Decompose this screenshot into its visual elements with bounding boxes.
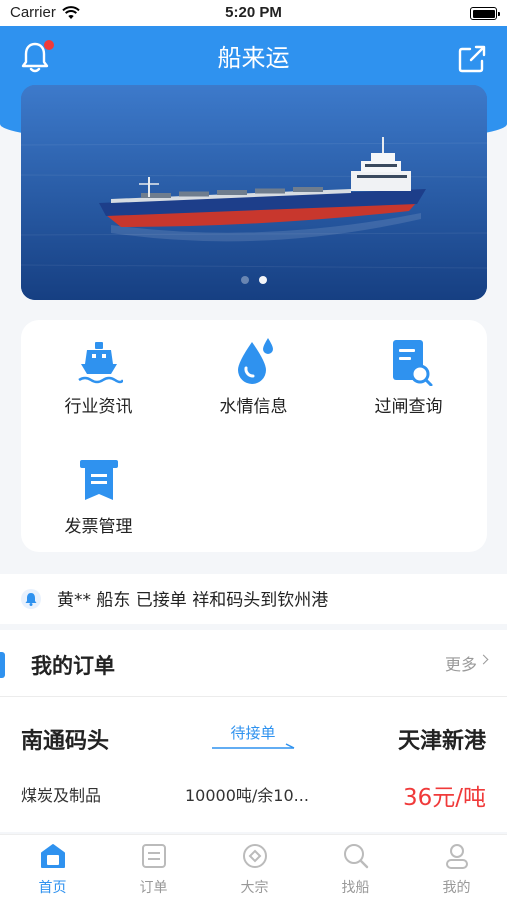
freight-price: 36元/吨 (402, 785, 486, 811)
order-status: 待接单 (230, 724, 276, 742)
water-drop-icon (237, 338, 273, 384)
menu-item-industry-news[interactable]: 行业资讯 (21, 336, 176, 417)
document-search-icon (392, 340, 432, 386)
section-title: 我的订单 (31, 654, 115, 678)
find-ship-icon (343, 844, 368, 869)
ship-icon (77, 342, 123, 384)
menu-item-water-info[interactable]: 水情信息 (176, 336, 331, 417)
tab-home[interactable]: 首页 (2, 841, 103, 897)
share-button[interactable] (457, 44, 487, 74)
cargo-ship-image (21, 85, 487, 300)
tab-label: 大宗 (240, 880, 269, 896)
carousel-dot-active[interactable] (259, 276, 267, 284)
my-orders-section: 我的订单 更多 南通码头 待接单 天津新港 煤炭及制品 10000吨/余10..… (0, 630, 507, 832)
quick-menu-card: 行业资讯 水情信息 过闸查询 发票管理 (21, 320, 487, 552)
tab-orders[interactable]: 订单 (103, 841, 204, 897)
order-list-icon (141, 844, 166, 868)
cargo-type: 煤炭及制品 (21, 786, 102, 805)
menu-label: 过闸查询 (374, 397, 443, 417)
tab-label: 我的 (442, 880, 471, 896)
tab-find-ship[interactable]: 找船 (305, 841, 406, 897)
carousel-dot[interactable] (241, 276, 249, 284)
banner-carousel[interactable] (21, 85, 487, 300)
profile-icon (445, 844, 468, 869)
notice-text: 黄** 船东 已接单 祥和码头到钦州港 (57, 590, 329, 611)
tab-bulk[interactable]: 大宗 (204, 841, 305, 897)
menu-item-lock-query[interactable]: 过闸查询 (331, 336, 486, 417)
chevron-right-icon[interactable] (478, 654, 489, 665)
menu-item-invoice[interactable]: 发票管理 (21, 456, 176, 537)
origin-port: 南通码头 (21, 729, 110, 754)
tab-label: 首页 (38, 880, 67, 896)
clock: 5:20 PM (225, 4, 282, 21)
more-link[interactable]: 更多 (445, 651, 477, 675)
tab-label: 找船 (341, 880, 370, 896)
menu-label: 发票管理 (64, 517, 133, 537)
divider (0, 696, 507, 697)
route-arrow-icon (212, 743, 295, 749)
notice-bar[interactable]: 黄** 船东 已接单 祥和码头到钦州港 (0, 574, 507, 624)
destination-port: 天津新港 (397, 729, 486, 754)
notice-bell-icon (21, 589, 41, 609)
section-accent-bar (0, 652, 5, 678)
menu-label: 水情信息 (219, 397, 288, 417)
app-title: 船来运 (217, 44, 290, 72)
carousel-indicator (21, 269, 487, 288)
tab-profile[interactable]: 我的 (406, 841, 507, 897)
invoice-icon (79, 460, 118, 500)
bottom-tab-bar: 首页 订单 大宗 找船 我的 (0, 834, 507, 900)
share-icon (458, 45, 486, 73)
cargo-quantity: 10000吨/余10... (185, 786, 309, 805)
tab-label: 订单 (139, 880, 168, 896)
menu-label: 行业资讯 (64, 397, 133, 417)
home-icon (40, 844, 65, 868)
battery-icon (470, 7, 500, 20)
status-bar: Carrier 5:20 PM (0, 0, 507, 26)
bulk-icon (242, 844, 267, 868)
